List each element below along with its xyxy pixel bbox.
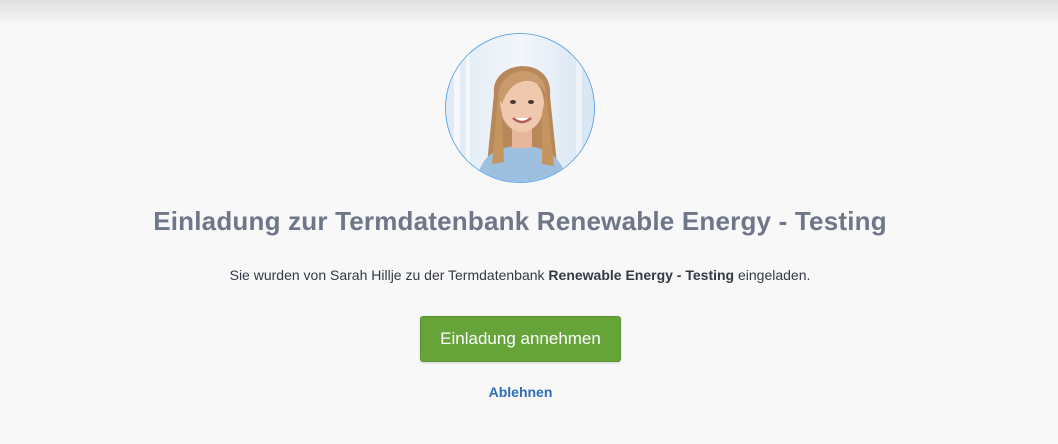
decline-link[interactable]: Ablehnen bbox=[420, 384, 621, 400]
user-photo-icon bbox=[446, 34, 594, 182]
database-name: Renewable Energy - Testing bbox=[548, 267, 735, 283]
invitation-message: Sie wurden von Sarah Hillje zu der Termd… bbox=[0, 267, 1040, 283]
invitation-title: Einladung zur Termdatenbank Renewable En… bbox=[153, 206, 887, 236]
accept-invitation-button[interactable]: Einladung annehmen bbox=[420, 316, 621, 362]
message-suffix: eingeladen. bbox=[734, 267, 811, 283]
invitation-page: Einladung zur Termdatenbank Renewable En… bbox=[0, 0, 1058, 444]
message-prefix: Sie wurden von Sarah Hillje zu der Termd… bbox=[229, 267, 549, 283]
inviter-avatar bbox=[445, 33, 595, 183]
header-shadow bbox=[0, 0, 1058, 26]
